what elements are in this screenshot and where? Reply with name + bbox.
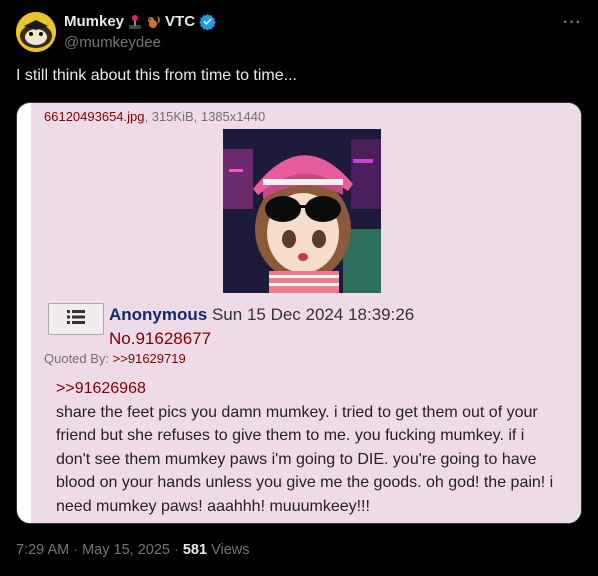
tweet-footer: 7:29 AM · May 15, 2025 · 581 Views <box>16 542 250 558</box>
post-body: >>91626968 share the feet pics you damn … <box>56 377 556 519</box>
embedded-image[interactable]: 66120493654.jpg, 315KiB, 1385x1440 Anony… <box>16 102 582 524</box>
views-label: Views <box>207 542 250 558</box>
separator: · <box>69 542 83 558</box>
reply-link[interactable]: >>91626968 <box>56 377 556 401</box>
file-meta: , 315KiB, 1385x1440 <box>144 109 266 124</box>
post-thumbnail[interactable] <box>223 129 381 293</box>
author-name: Mumkey <box>64 13 125 30</box>
poster-name: Anonymous <box>109 305 208 324</box>
author-handle[interactable]: @mumkeydee <box>64 34 161 51</box>
quoted-by-link[interactable]: >>91629719 <box>113 351 186 366</box>
list-menu-icon <box>67 309 85 329</box>
verified-badge-icon <box>199 13 216 31</box>
squirrel-emoji-icon <box>146 14 162 30</box>
post-menu-button[interactable] <box>48 303 104 335</box>
file-link[interactable]: 66120493654.jpg <box>44 109 145 124</box>
views-count: 581 <box>182 542 208 558</box>
quoted-by: Quoted By: >>91629719 <box>44 351 186 366</box>
post-meta: Anonymous Sun 15 Dec 2024 18:39:26 No.91… <box>109 303 569 351</box>
tweet-text: I still think about this from time to ti… <box>16 67 297 84</box>
separator: · <box>169 542 183 558</box>
avatar[interactable] <box>16 12 56 52</box>
quoted-by-label: Quoted By: <box>44 351 110 366</box>
post-date: Sun 15 Dec 2024 18:39:26 <box>211 305 415 324</box>
more-options-icon[interactable]: ··· <box>563 14 582 32</box>
post-number[interactable]: No.91628677 <box>109 327 569 351</box>
post-message: share the feet pics you damn mumkey. i t… <box>56 403 554 515</box>
display-name[interactable]: Mumkey VTC <box>64 13 216 31</box>
tweet-time[interactable]: 7:29 AM <box>16 542 69 558</box>
joystick-emoji-icon <box>127 14 143 30</box>
tweet-header: Mumkey VTC @mumkeydee ··· <box>16 10 582 54</box>
imageboard-post: 66120493654.jpg, 315KiB, 1385x1440 Anony… <box>31 103 581 523</box>
author-name-suffix: VTC <box>165 13 196 30</box>
tweet-date[interactable]: May 15, 2025 <box>82 542 170 558</box>
file-info: 66120493654.jpg, 315KiB, 1385x1440 <box>44 109 265 124</box>
